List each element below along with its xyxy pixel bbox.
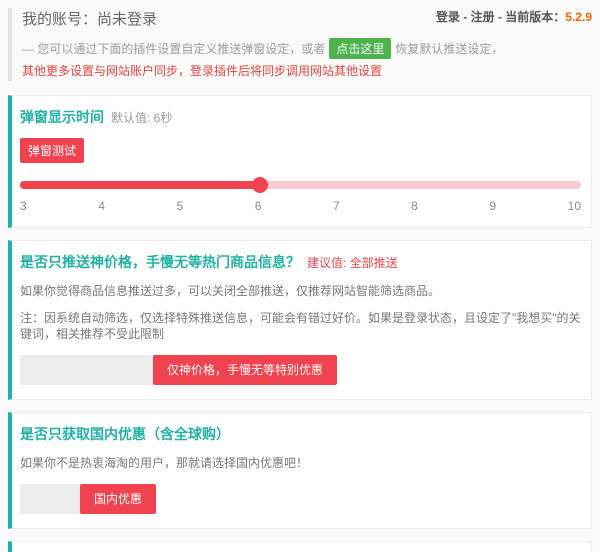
push-filter-toggle-button[interactable]: 仅神价格，手慢无等特别优惠 xyxy=(153,355,337,385)
domestic-deals-toggle: 国内优惠 xyxy=(20,484,581,514)
notice-prefix: — 您可以通过下面的插件设置自定义推送弹窗设定，或者 xyxy=(22,42,325,56)
tick-label: 3 xyxy=(20,199,27,213)
domestic-toggle-off-segment[interactable] xyxy=(20,484,80,514)
domestic-deals-card: 是否只获取国内优惠（含全球购） 如果你不是热衷海淘的用户，那就请选择国内优惠吧！… xyxy=(8,412,592,529)
tick-label: 4 xyxy=(98,199,105,213)
version-label: 当前版本： xyxy=(505,10,565,24)
register-link[interactable]: 注册 xyxy=(471,10,495,24)
slider-thumb[interactable] xyxy=(252,177,268,193)
separator: - xyxy=(460,10,471,24)
version-number: 5.2.9 xyxy=(565,10,592,24)
push-filter-suggested-value: 建议值: 全部推送 xyxy=(307,256,398,270)
notice-suffix: 恢复默认推送设定， xyxy=(395,42,503,56)
login-link[interactable]: 登录 xyxy=(436,10,460,24)
push-filter-title: 是否只推送神价格，手慢无等热门商品信息？ xyxy=(20,254,300,270)
header-blockquote: 我的账号：尚未登录 登录 - 注册 - 当前版本：5.2.9 — 您可以通过下面… xyxy=(8,8,592,81)
push-filter-note: 注：因系统自动筛选，仅选择特殊推送信息，可能会有错过好价。如果是登录状态，且设定… xyxy=(20,310,581,342)
tick-label: 8 xyxy=(411,199,418,213)
slider-fill xyxy=(20,181,260,189)
tick-label: 9 xyxy=(489,199,496,213)
account-links: 登录 - 注册 - 当前版本：5.2.9 xyxy=(436,8,592,25)
tick-label: 10 xyxy=(568,199,581,213)
domestic-deals-title: 是否只获取国内优惠（含全球购） xyxy=(20,426,230,442)
push-filter-toggle-off-segment[interactable] xyxy=(20,355,153,385)
header: 我的账号：尚未登录 登录 - 注册 - 当前版本：5.2.9 — 您可以通过下面… xyxy=(8,8,592,81)
popup-time-card: 弹窗显示时间默认值: 6秒 弹窗测试 3 4 5 6 7 8 9 10 xyxy=(8,95,592,228)
popup-test-button[interactable]: 弹窗测试 xyxy=(20,138,84,163)
tick-label: 7 xyxy=(333,199,340,213)
popup-time-title: 弹窗显示时间 xyxy=(20,109,104,125)
reset-defaults-button[interactable]: 点击这里 xyxy=(329,38,391,59)
separator: - xyxy=(495,10,506,24)
slider-tick-labels: 3 4 5 6 7 8 9 10 xyxy=(20,199,581,213)
notice-line: — 您可以通过下面的插件设置自定义推送弹窗设定，或者点击这里恢复默认推送设定， xyxy=(22,38,592,59)
domestic-deals-desc: 如果你不是热衷海淘的用户，那就请选择国内优惠吧！ xyxy=(20,455,581,471)
sync-notice-text: 其他更多设置与网站账户同步，登录插件后将同步调用网站其他设置 xyxy=(22,61,592,81)
account-status-title: 我的账号：尚未登录 xyxy=(22,8,157,29)
exclude-categories-card: 排除我不想接收推送的商品分类 将不想监测的分类选中，此类商品价格变动将不会提醒（… xyxy=(8,541,592,552)
push-filter-toggle: 仅神价格，手慢无等特别优惠 xyxy=(20,355,581,385)
tick-label: 5 xyxy=(176,199,183,213)
popup-time-slider[interactable] xyxy=(20,177,581,193)
domestic-toggle-button[interactable]: 国内优惠 xyxy=(80,484,156,514)
tick-label: 6 xyxy=(255,199,262,213)
push-filter-desc: 如果你觉得商品信息推送过多，可以关闭全部推送，仅推荐网站智能筛选商品。 xyxy=(20,283,581,299)
push-filter-card: 是否只推送神价格，手慢无等热门商品信息？ 建议值: 全部推送 如果你觉得商品信息推… xyxy=(8,240,592,400)
popup-time-default-value: 默认值: 6秒 xyxy=(111,111,172,125)
